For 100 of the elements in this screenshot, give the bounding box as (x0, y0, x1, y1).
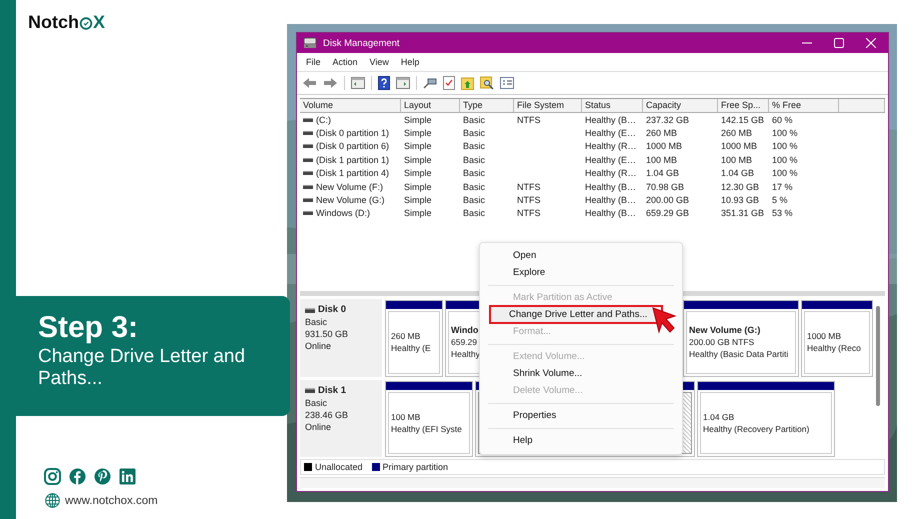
column-header[interactable]: Type (460, 99, 514, 112)
menu-item[interactable]: Change Drive Letter and Paths... (490, 306, 662, 323)
table-cell: Basic (463, 128, 486, 138)
scrollbar[interactable] (876, 306, 880, 406)
column-header[interactable]: Free Sp... (718, 99, 769, 112)
globe-icon (45, 493, 60, 508)
table-cell: Windows (D:) (316, 208, 370, 218)
table-cell: 1.04 GB (721, 168, 754, 178)
table-cell: Basic (463, 208, 486, 218)
drive-icon (303, 131, 313, 136)
partition-block[interactable]: 100 MB Healthy (EFI Syste (385, 380, 473, 457)
facebook-icon[interactable] (69, 468, 86, 485)
partition-header-bar (386, 301, 442, 309)
drive-icon (303, 118, 313, 122)
partition-info: 200.00 GB NTFS (689, 336, 754, 348)
close-icon[interactable] (866, 38, 876, 48)
column-header[interactable]: Volume (300, 99, 401, 112)
table-cell: Simple (404, 168, 432, 178)
menu-item[interactable]: Help (484, 432, 678, 449)
legend-label: Unallocated (315, 462, 363, 472)
clock-icon (79, 16, 93, 30)
drive-icon (303, 211, 313, 216)
forward-arrow-icon[interactable] (323, 77, 338, 89)
menu-item[interactable]: Help (396, 57, 424, 67)
disk-size: 931.50 GB (305, 328, 350, 340)
table-cell: Healthy (E… (585, 154, 636, 165)
table-cell: Healthy (R… (585, 168, 637, 178)
disk-name: Disk 1 (318, 384, 346, 396)
table-cell: NTFS (517, 114, 540, 125)
help-icon[interactable] (378, 76, 390, 90)
drive-icon (303, 158, 313, 162)
table-cell: Healthy (B… (585, 195, 636, 206)
window-title: Disk Management (323, 38, 400, 48)
table-cell: NTFS (517, 195, 540, 206)
partition-block[interactable]: New Volume (G:) 200.00 GB NTFS Healthy (Basic Data Partiti (683, 300, 799, 376)
logo-text: Notch (28, 12, 79, 33)
maximize-icon[interactable] (834, 38, 844, 48)
column-header[interactable]: Layout (401, 99, 460, 112)
table-cell: New Volume (F:) (316, 182, 384, 192)
partition-block[interactable]: 1000 MB Healthy (Reco (801, 300, 873, 376)
table-cell: 142.15 GB (721, 114, 764, 125)
disk-status: Online (305, 340, 332, 352)
menu-item[interactable]: View (364, 57, 394, 67)
table-cell: NTFS (517, 208, 540, 218)
column-header[interactable]: Capacity (643, 99, 718, 112)
partition-block[interactable]: 260 MB Healthy (E (385, 300, 443, 376)
partition-info: 1000 MB (807, 330, 842, 342)
table-cell: New Volume (G:) (316, 195, 385, 206)
table-cell: 1000 MB (646, 141, 682, 152)
table-cell: 12.30 GB (721, 182, 760, 192)
checklist-icon[interactable] (443, 76, 455, 90)
menu-item[interactable]: Shrink Volume... (484, 365, 678, 382)
table-cell: Simple (404, 182, 432, 192)
drive-icon (303, 144, 313, 148)
linkedin-icon[interactable] (119, 468, 136, 485)
partition-block[interactable]: 1.04 GB Healthy (Recovery Partition) (697, 380, 835, 457)
table-cell: 100 MB (646, 154, 678, 165)
table-cell: (Disk 0 partition 1) (316, 128, 390, 138)
table-cell: Basic (463, 195, 486, 206)
column-header[interactable]: % Free (769, 99, 839, 112)
disk-type: Basic (305, 316, 328, 328)
table-cell: 100 % (772, 141, 798, 152)
back-arrow-icon[interactable] (302, 77, 317, 89)
table-cell: 53 % (772, 208, 793, 218)
table-cell: 659.29 GB (646, 208, 690, 218)
table-cell: Basic (463, 141, 486, 152)
window-icon[interactable] (396, 77, 410, 89)
website-link[interactable]: www.notchox.com (65, 494, 158, 506)
table-cell: Basic (463, 182, 486, 192)
menu-item[interactable]: Properties (484, 407, 678, 424)
partition-info: Healthy (451, 348, 480, 360)
properties-icon[interactable] (500, 77, 514, 89)
column-header[interactable]: File System (514, 99, 582, 112)
pinterest-icon[interactable] (94, 468, 111, 485)
table-cell: 100 % (772, 154, 798, 165)
table-cell: 260 MB (646, 128, 678, 138)
partition-info: Healthy (Reco (807, 342, 861, 354)
drive-icon (303, 171, 313, 176)
table-cell: (Disk 1 partition 1) (316, 154, 390, 165)
table-cell: 5 % (772, 195, 788, 206)
column-header[interactable]: Status (582, 99, 643, 112)
window-icon[interactable] (351, 77, 365, 89)
menu-item[interactable]: File (301, 57, 326, 67)
table-cell: Basic (463, 114, 486, 125)
menu-item[interactable]: Open (484, 247, 678, 264)
menu-item[interactable]: Explore (484, 264, 678, 281)
instagram-icon[interactable] (44, 468, 61, 485)
partition-info: Healthy (Recovery Partition) (703, 422, 810, 435)
folder-search-icon[interactable] (480, 76, 494, 90)
menu-item[interactable]: Action (328, 57, 363, 67)
table-cell: 100 MB (721, 154, 752, 165)
logo-text: X (93, 12, 106, 33)
table-cell: 100 % (772, 168, 798, 178)
table-cell: 237.32 GB (646, 114, 690, 125)
partition-info: 659.29 (451, 336, 477, 348)
table-cell: 70.98 GB (646, 182, 684, 192)
table-cell: NTFS (517, 182, 540, 192)
disk-type: Basic (305, 396, 328, 408)
legend-label: Primary partition (382, 462, 448, 472)
partition-info: Healthy (EFI Syste (391, 422, 462, 435)
